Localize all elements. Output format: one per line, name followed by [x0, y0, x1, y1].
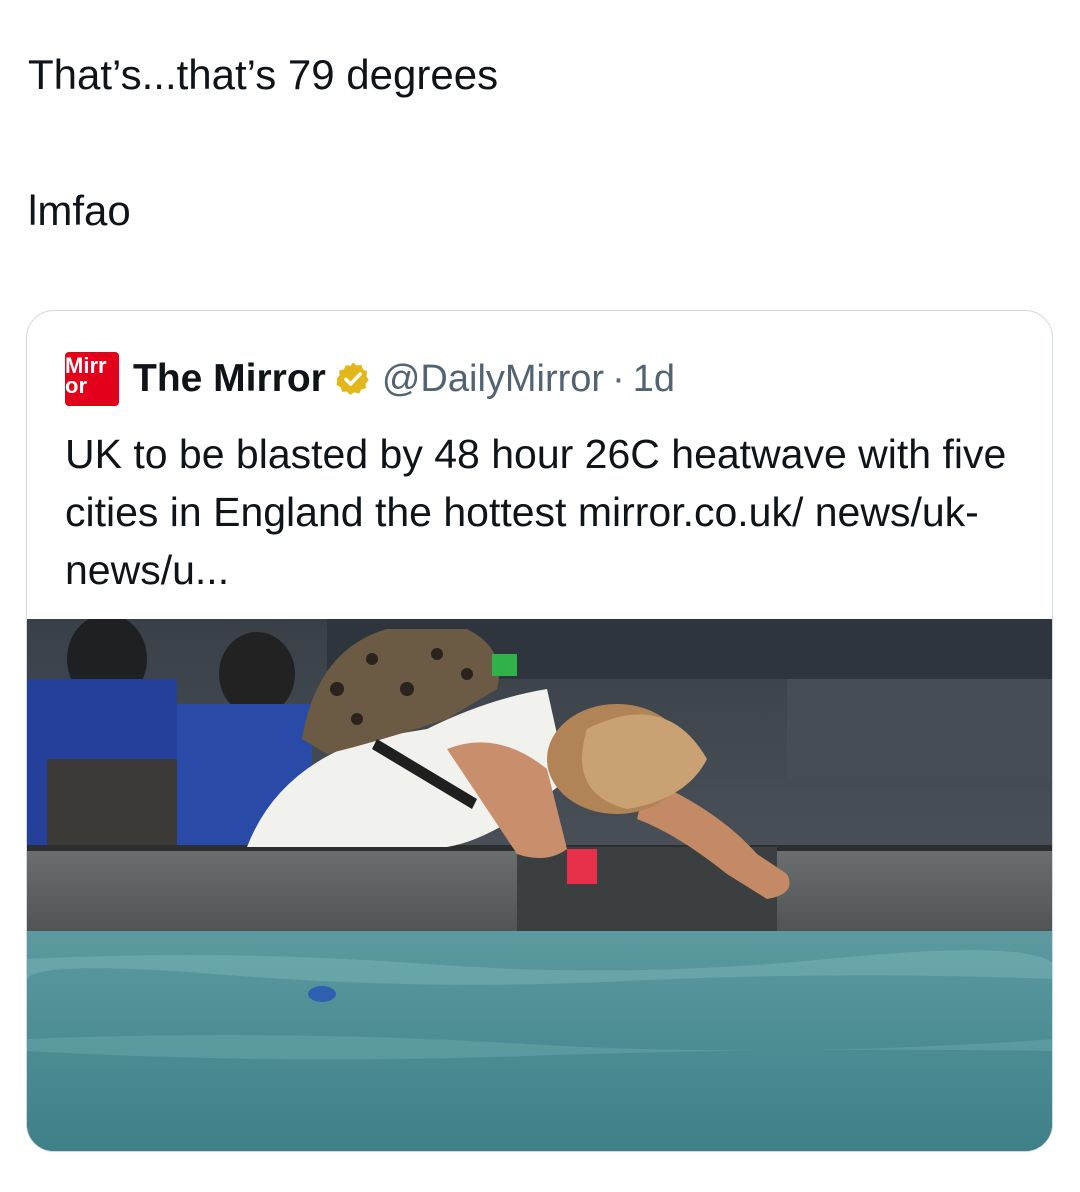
post-text-line-1: That’s...that’s 79 degrees [28, 51, 499, 98]
separator-dot: · [612, 357, 625, 400]
avatar[interactable]: Mirr or [65, 352, 119, 406]
quoted-tweet-card[interactable]: Mirr or The Mirror @DailyMirror · 1d UK … [26, 310, 1053, 1152]
post-text-line-2: lmfao [28, 187, 131, 234]
quoted-tweet-header: Mirr or The Mirror @DailyMirror · 1d [65, 351, 675, 407]
timestamp[interactable]: 1d [633, 358, 675, 401]
verified-badge-icon [336, 362, 369, 395]
tweet-photo[interactable] [27, 619, 1052, 1151]
author-handle[interactable]: @DailyMirror [382, 358, 604, 401]
avatar-text-bottom: or [65, 373, 87, 398]
photo-woman-at-fountain [27, 619, 1052, 1151]
author-name[interactable]: The Mirror [133, 357, 326, 401]
quoted-tweet-text: UK to be blasted by 48 hour 26C heatwave… [65, 431, 1007, 593]
